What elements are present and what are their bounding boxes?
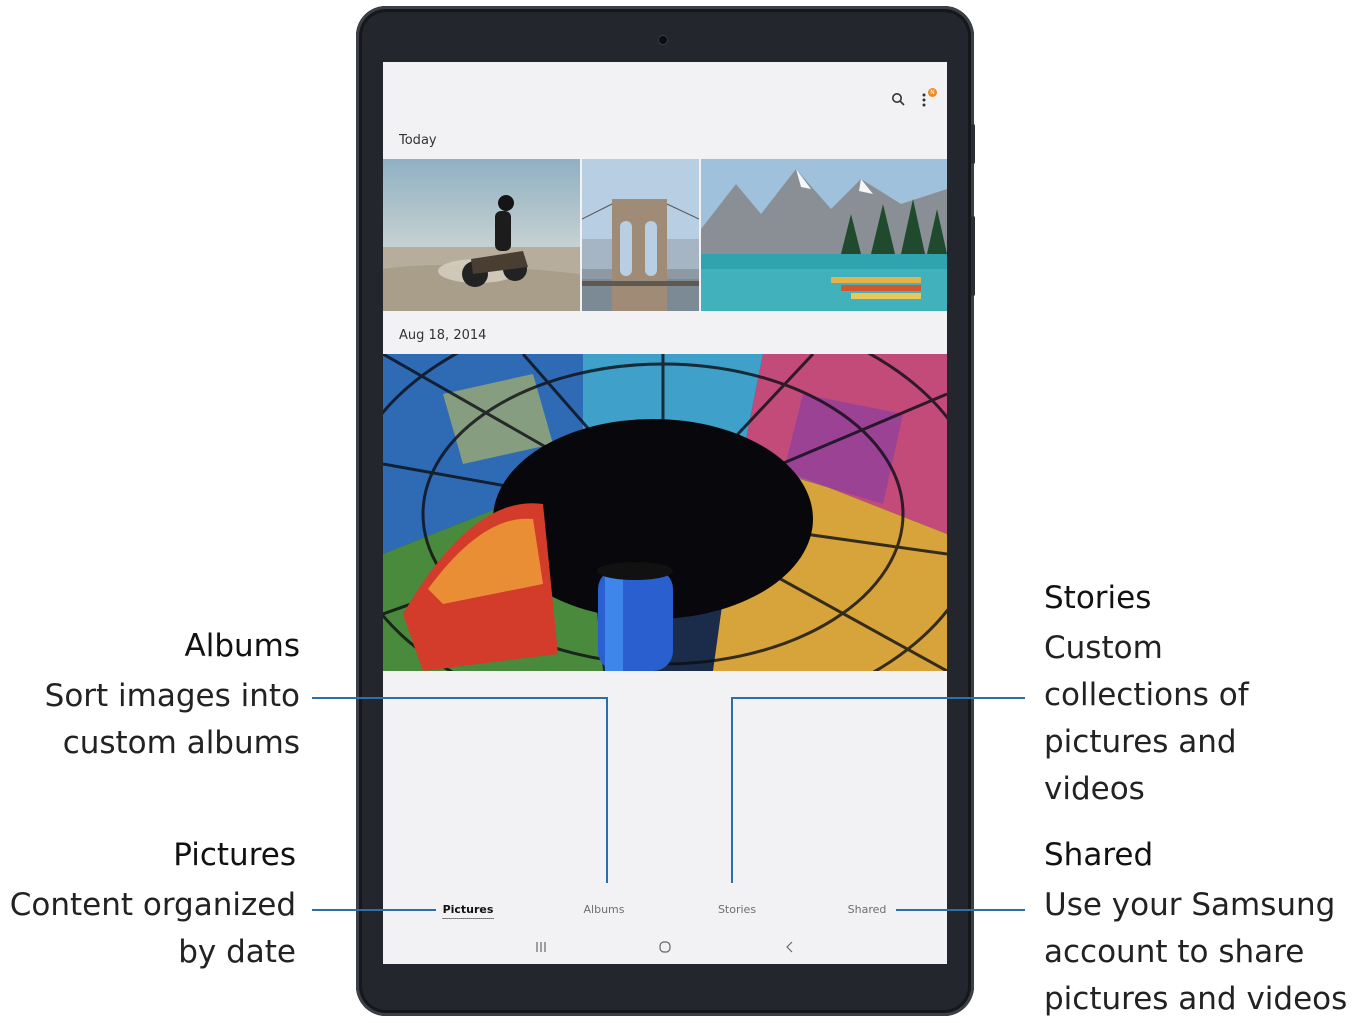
tab-shared[interactable]: Shared bbox=[848, 903, 887, 916]
photo-stained-glass-dome[interactable] bbox=[383, 354, 947, 671]
pictures-annotation-line: by date bbox=[178, 934, 296, 970]
gallery-screen: N Today Aug 18, 2014 Pictures Albums Sto… bbox=[383, 62, 947, 964]
photo-lake[interactable] bbox=[701, 159, 947, 311]
albums-callout-line-vertical bbox=[606, 697, 608, 883]
shared-annotation-text: Use your Samsung account to share pictur… bbox=[1044, 882, 1347, 1023]
stories-callout-line-vertical bbox=[731, 697, 733, 883]
back-icon[interactable] bbox=[785, 941, 795, 953]
pictures-callout-line bbox=[312, 909, 436, 911]
albums-annotation-line: custom albums bbox=[62, 725, 300, 761]
stories-annotation-line: Custom bbox=[1044, 630, 1163, 666]
pictures-annotation-line: Content organized bbox=[9, 887, 296, 923]
albums-callout-line bbox=[312, 697, 608, 699]
pictures-annotation-title: Pictures bbox=[173, 837, 296, 873]
photo-bridge[interactable] bbox=[582, 159, 699, 311]
volume-button bbox=[971, 124, 975, 164]
stories-annotation-line: pictures and bbox=[1044, 724, 1237, 760]
stories-annotation-text: Custom collections of pictures and video… bbox=[1044, 625, 1249, 813]
pictures-annotation-text: Content organized by date bbox=[10, 882, 296, 976]
tab-pictures[interactable]: Pictures bbox=[442, 903, 494, 919]
search-icon[interactable] bbox=[891, 92, 905, 106]
photo-motorcycle[interactable] bbox=[383, 159, 580, 311]
top-bar: N bbox=[383, 62, 947, 132]
tab-albums[interactable]: Albums bbox=[584, 903, 625, 916]
shared-annotation-title: Shared bbox=[1044, 837, 1154, 873]
albums-annotation-text: Sort images into custom albums bbox=[45, 673, 300, 767]
shared-annotation-line: pictures and videos bbox=[1044, 981, 1348, 1017]
albums-annotation-title: Albums bbox=[184, 628, 301, 664]
navigation-bar bbox=[383, 932, 947, 964]
notification-badge: N bbox=[928, 88, 937, 97]
recents-icon[interactable] bbox=[535, 941, 547, 953]
shared-annotation-line: account to share bbox=[1044, 934, 1305, 970]
stories-annotation-line: videos bbox=[1044, 771, 1145, 807]
home-icon[interactable] bbox=[659, 941, 671, 953]
shared-annotation-line: Use your Samsung bbox=[1044, 887, 1336, 923]
stories-callout-line bbox=[731, 697, 1025, 699]
stories-annotation-line: collections of bbox=[1044, 677, 1249, 713]
stories-annotation-title: Stories bbox=[1044, 580, 1152, 616]
albums-annotation-line: Sort images into bbox=[44, 678, 300, 714]
front-camera bbox=[659, 36, 667, 44]
section-label-today: Today bbox=[399, 133, 437, 148]
tab-stories[interactable]: Stories bbox=[718, 903, 756, 916]
power-button bbox=[971, 216, 975, 296]
shared-callout-line bbox=[896, 909, 1025, 911]
section-label-aug-18-2014: Aug 18, 2014 bbox=[399, 328, 487, 343]
